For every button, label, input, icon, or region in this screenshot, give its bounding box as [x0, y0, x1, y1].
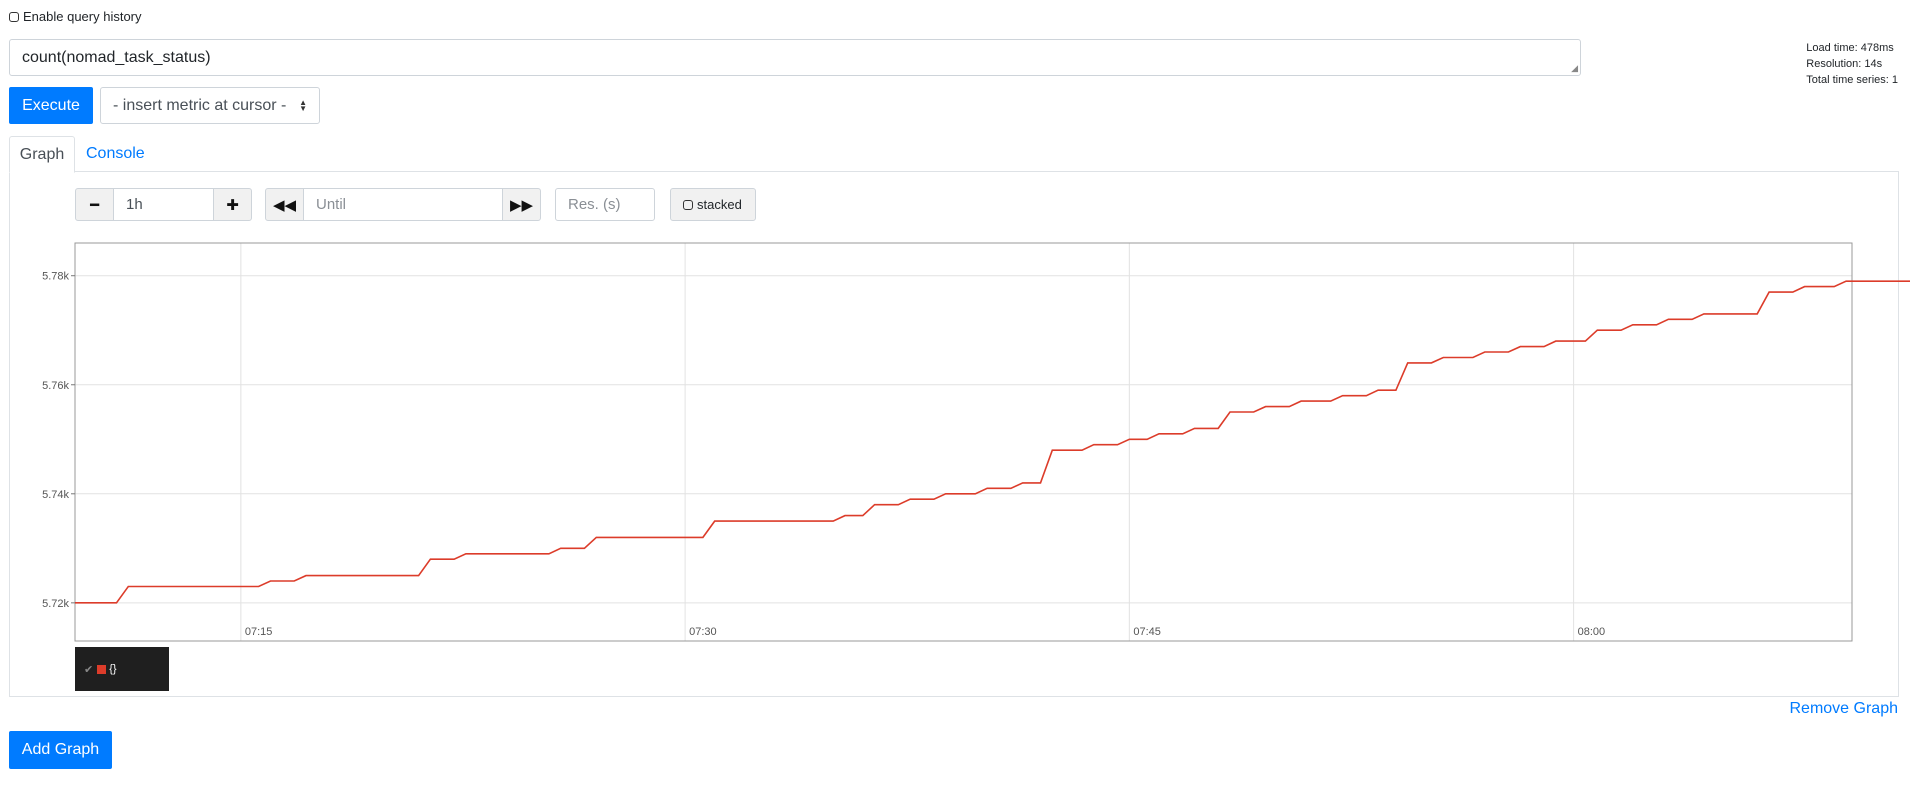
y-tick-label: 5.76k [42, 380, 69, 392]
line-chart: 5.72k 5.74k 5.76k 5.78k 07:15 07:30 07:45 08:00 [42, 242, 1910, 642]
y-tick-label: 5.72k [42, 598, 69, 610]
chart-grid [75, 243, 1852, 641]
series-line [75, 280, 1910, 604]
add-graph-button[interactable]: Add Graph [9, 731, 112, 769]
chart-axes [71, 242, 1853, 642]
x-tick-label: 08:00 [1578, 626, 1606, 638]
remove-graph-link[interactable]: Remove Graph [1790, 700, 1899, 718]
series-swatch [97, 664, 107, 674]
y-tick-label: 5.78k [42, 271, 69, 283]
plot-frame [74, 242, 1853, 642]
y-tick-label: 5.74k [42, 489, 69, 501]
chart-ticks: 5.72k 5.74k 5.76k 5.78k 07:15 07:30 07:45 08:00 [42, 271, 1605, 638]
x-tick-label: 07:30 [689, 626, 717, 638]
x-tick-label: 07:15 [245, 626, 273, 638]
x-tick-label: 07:45 [1133, 626, 1161, 638]
check-icon: ✔ [84, 663, 94, 676]
legend-series-label: {} [109, 663, 117, 675]
tab-graph[interactable]: Graph [9, 136, 75, 173]
chart-legend[interactable]: ✔ {} [75, 647, 169, 691]
